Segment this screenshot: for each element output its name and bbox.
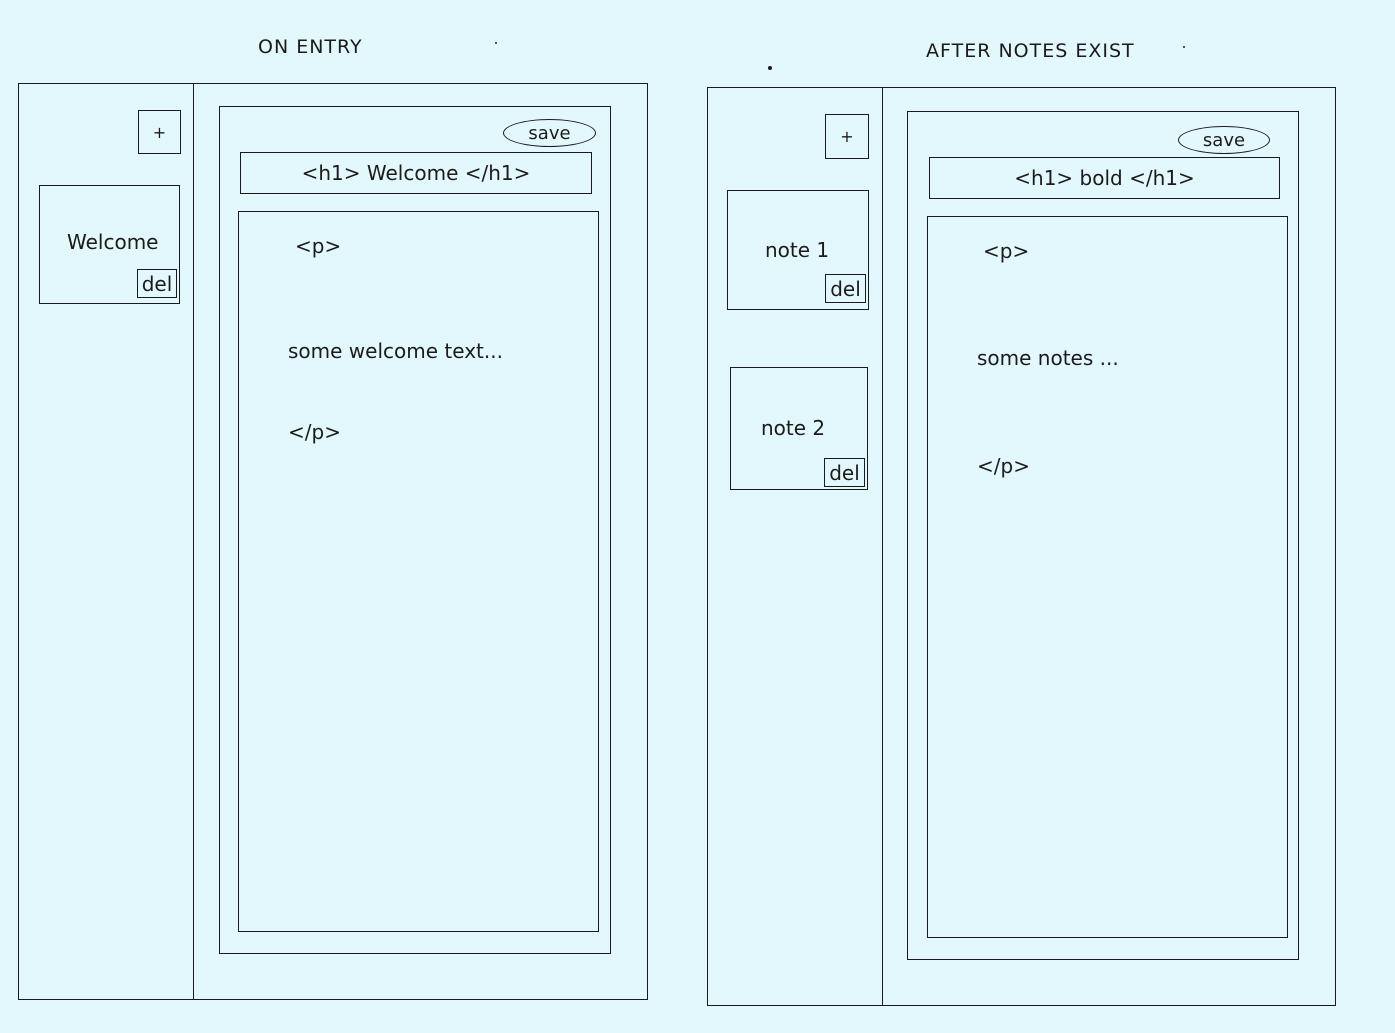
note-card-note-2[interactable]: note 2 del [730, 367, 868, 490]
body-editor[interactable]: <p> some notes ... </p> [927, 216, 1288, 938]
delete-note-button[interactable]: del [824, 458, 865, 487]
delete-note-button[interactable]: del [137, 269, 177, 298]
note-card-title: note 2 [761, 416, 826, 440]
body-close-tag: </p> [288, 420, 341, 444]
body-text: some notes ... [977, 346, 1119, 370]
stray-dot [768, 66, 772, 70]
note-card-note-1[interactable]: note 1 del [727, 190, 869, 310]
delete-note-button[interactable]: del [825, 274, 866, 303]
title-input[interactable]: <h1> Welcome </h1> [240, 152, 592, 194]
body-editor[interactable]: <p> some welcome text... </p> [238, 211, 599, 932]
body-close-tag: </p> [977, 454, 1030, 478]
note-card-welcome[interactable]: Welcome del [39, 185, 180, 304]
body-open-tag: <p> [295, 234, 342, 258]
add-note-button[interactable]: + [825, 114, 869, 159]
stray-mark [1183, 46, 1185, 48]
caption-after-notes-exist: AFTER NOTES EXIST [926, 40, 1135, 62]
body-text: some welcome text... [288, 339, 503, 363]
body-open-tag: <p> [983, 239, 1030, 263]
note-card-title: note 1 [765, 238, 830, 262]
note-card-title: Welcome [67, 230, 159, 254]
stray-mark [495, 42, 497, 44]
add-note-button[interactable]: + [138, 110, 181, 154]
save-button[interactable]: save [1178, 126, 1270, 154]
title-input[interactable]: <h1> bold </h1> [929, 157, 1280, 199]
save-button[interactable]: save [503, 119, 596, 147]
caption-on-entry: ON ENTRY [258, 36, 363, 58]
